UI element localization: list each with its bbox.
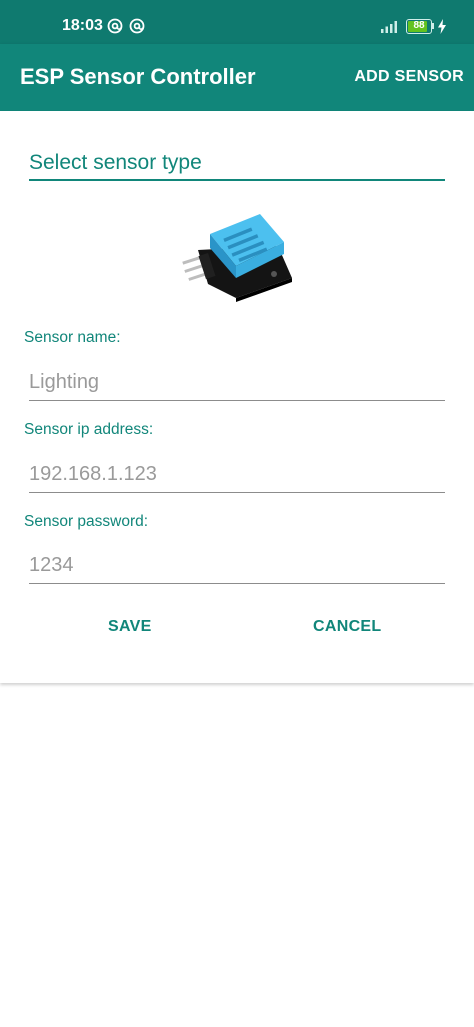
sensor-password-label: Sensor password:	[24, 513, 149, 530]
sensor-type-spinner[interactable]: Select sensor type	[29, 151, 445, 181]
sensor-password-field[interactable]	[29, 548, 445, 584]
sensor-type-placeholder: Select sensor type	[29, 151, 202, 174]
cancel-button[interactable]: CANCEL	[313, 618, 381, 636]
add-sensor-form: Select sensor type Sensor name: Sensor i…	[0, 111, 474, 683]
status-bar: 18:03 88	[0, 0, 474, 44]
status-time: 18:03	[62, 17, 103, 34]
battery-icon: 88	[406, 19, 432, 34]
sensor-ip-input[interactable]	[29, 457, 445, 491]
charging-bolt-icon	[438, 19, 446, 34]
battery-cap	[432, 23, 434, 29]
app-bar: ESP Sensor Controller ADD SENSOR	[0, 44, 474, 111]
sensor-ip-label: Sensor ip address:	[24, 421, 154, 438]
sensor-ip-field[interactable]	[29, 457, 445, 493]
sensor-name-input[interactable]	[29, 365, 445, 399]
app-title: ESP Sensor Controller	[20, 64, 256, 89]
sensor-password-input[interactable]	[29, 548, 445, 582]
at-sign-icon	[107, 18, 123, 34]
sensor-name-label: Sensor name:	[24, 329, 121, 346]
battery-level-text: 88	[413, 20, 425, 31]
dht11-sensor-image	[182, 214, 292, 302]
save-button[interactable]: SAVE	[108, 618, 152, 636]
sensor-name-field[interactable]	[29, 365, 445, 401]
signal-icon	[381, 21, 397, 33]
add-sensor-button[interactable]: ADD SENSOR	[354, 68, 464, 86]
at-sign-icon	[129, 18, 145, 34]
